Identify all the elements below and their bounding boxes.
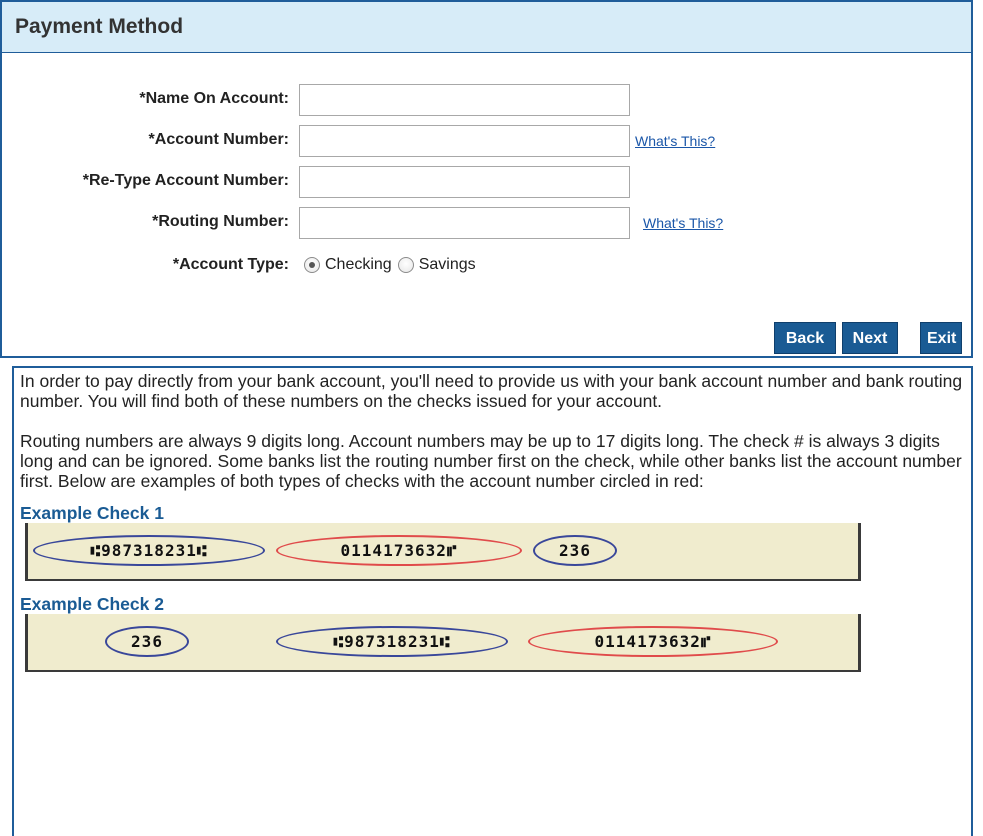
example-1-routing-number-circle: ⑆987318231⑆ — [33, 535, 265, 566]
retype-account-number-label: *Re-Type Account Number: — [82, 172, 289, 189]
help-paragraph-intro: In order to pay directly from your bank … — [20, 371, 963, 411]
checking-radio-label[interactable]: Checking — [325, 256, 392, 274]
example-2-account-number-circle: 0114173632⑈ — [528, 626, 778, 657]
exit-button[interactable]: Exit — [920, 322, 962, 354]
account-type-radio-group: Checking Savings — [304, 250, 482, 280]
example-check-2-title: Example Check 2 — [20, 594, 164, 614]
retype-account-number-input[interactable] — [299, 166, 630, 198]
example-check-2-image: 236 ⑆987318231⑆ 0114173632⑈ — [25, 614, 861, 672]
savings-radio-label[interactable]: Savings — [419, 256, 476, 274]
example-1-check-number-circle: 236 — [533, 535, 617, 566]
account-number-row: *Account Number: What's This? — [2, 125, 962, 157]
account-number-whats-this-link[interactable]: What's This? — [635, 133, 715, 149]
name-on-account-input[interactable] — [299, 84, 630, 116]
help-panel: In order to pay directly from your bank … — [12, 366, 973, 836]
help-paragraph-details: Routing numbers are always 9 digits long… — [20, 431, 962, 491]
back-button[interactable]: Back — [774, 322, 836, 354]
account-number-label: *Account Number: — [148, 131, 289, 148]
payment-method-panel: Payment Method *Name On Account: *Accoun… — [0, 0, 973, 358]
next-button[interactable]: Next — [842, 322, 898, 354]
retype-account-number-row: *Re-Type Account Number: — [2, 166, 962, 198]
routing-number-input[interactable] — [299, 207, 630, 239]
name-on-account-label: *Name On Account: — [139, 90, 289, 107]
example-1-account-number-circle: 0114173632⑈ — [276, 535, 522, 566]
routing-number-row: *Routing Number: What's This? — [2, 207, 962, 239]
example-2-check-number-circle: 236 — [105, 626, 189, 657]
account-type-row: *Account Type: Checking Savings — [2, 250, 962, 280]
example-check-1-image: ⑆987318231⑆ 0114173632⑈ 236 — [25, 523, 861, 581]
name-on-account-row: *Name On Account: — [2, 84, 962, 116]
routing-number-whats-this-link[interactable]: What's This? — [643, 215, 723, 231]
savings-radio[interactable] — [397, 257, 414, 273]
checking-radio[interactable] — [304, 257, 320, 273]
example-check-1-title: Example Check 1 — [20, 503, 164, 523]
routing-number-label: *Routing Number: — [152, 213, 289, 230]
example-2-routing-number-circle: ⑆987318231⑆ — [276, 626, 508, 657]
account-number-input[interactable] — [299, 125, 630, 157]
account-type-label: *Account Type: — [172, 256, 289, 273]
panel-title: Payment Method — [2, 2, 971, 53]
